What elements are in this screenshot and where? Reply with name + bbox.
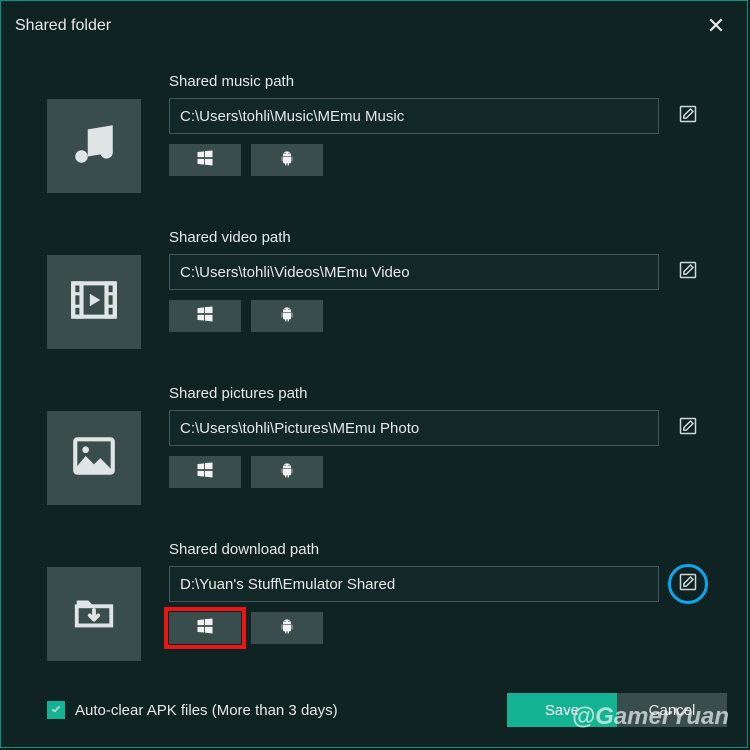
windows-icon [195,460,215,485]
download-android-button[interactable] [251,612,323,644]
music-tile [47,99,141,193]
section-body: Shared music path [169,73,701,176]
windows-icon [195,304,215,329]
music-path-input[interactable] [169,98,659,134]
pictures-tile [47,411,141,505]
autoclear-label: Auto-clear APK files (More than 3 days) [75,702,338,719]
path-row [169,98,701,134]
download-edit-button[interactable] [675,571,701,597]
video-path-input[interactable] [169,254,659,290]
window-title: Shared folder [15,17,111,35]
titlebar: Shared folder ✕ [1,1,747,49]
autoclear-checkbox[interactable] [47,701,65,719]
path-row [169,566,701,602]
android-icon [279,305,295,328]
pictures-path-input[interactable] [169,410,659,446]
download-windows-button[interactable] [169,612,241,644]
pictures-label: Shared pictures path [169,385,701,402]
music-icon [69,119,119,174]
music-windows-button[interactable] [169,144,241,176]
video-label: Shared video path [169,229,701,246]
android-icon [279,149,295,172]
video-edit-button[interactable] [675,259,701,285]
content-area: Shared music path [1,49,747,661]
music-edit-button[interactable] [675,103,701,129]
section-download: Shared download path [47,541,701,661]
os-row [169,144,701,176]
footer-buttons: Save Cancel [507,693,727,727]
footer: Auto-clear APK files (More than 3 days) … [47,693,727,727]
android-icon [279,461,295,484]
edit-icon [678,572,698,597]
pictures-windows-button[interactable] [169,456,241,488]
android-icon [279,617,295,640]
save-button[interactable]: Save [507,693,617,727]
os-row [169,456,701,488]
autoclear-checkbox-row[interactable]: Auto-clear APK files (More than 3 days) [47,701,338,719]
edit-icon [678,260,698,285]
video-tile [47,255,141,349]
section-video: Shared video path [47,229,701,349]
pictures-edit-button[interactable] [675,415,701,441]
close-button[interactable]: ✕ [699,9,733,43]
windows-icon [195,148,215,173]
section-body: Shared pictures path [169,385,701,488]
video-windows-button[interactable] [169,300,241,332]
windows-icon [195,616,215,641]
path-row [169,254,701,290]
picture-icon [69,431,119,486]
shared-folder-window: Shared folder ✕ Shared music path [0,0,748,748]
section-body: Shared download path [169,541,701,644]
os-row [169,300,701,332]
os-row [169,612,701,644]
download-path-input[interactable] [169,566,659,602]
edit-icon [678,416,698,441]
music-android-button[interactable] [251,144,323,176]
video-android-button[interactable] [251,300,323,332]
download-tile [47,567,141,661]
section-music: Shared music path [47,73,701,193]
pictures-android-button[interactable] [251,456,323,488]
download-label: Shared download path [169,541,701,558]
close-icon: ✕ [707,13,725,39]
edit-icon [678,104,698,129]
check-icon [50,702,62,719]
save-button-label: Save [545,702,579,719]
cancel-button-label: Cancel [649,702,696,719]
cancel-button[interactable]: Cancel [617,693,727,727]
download-folder-icon [67,589,121,640]
section-body: Shared video path [169,229,701,332]
path-row [169,410,701,446]
section-pictures: Shared pictures path [47,385,701,505]
video-icon [69,275,119,330]
music-label: Shared music path [169,73,701,90]
